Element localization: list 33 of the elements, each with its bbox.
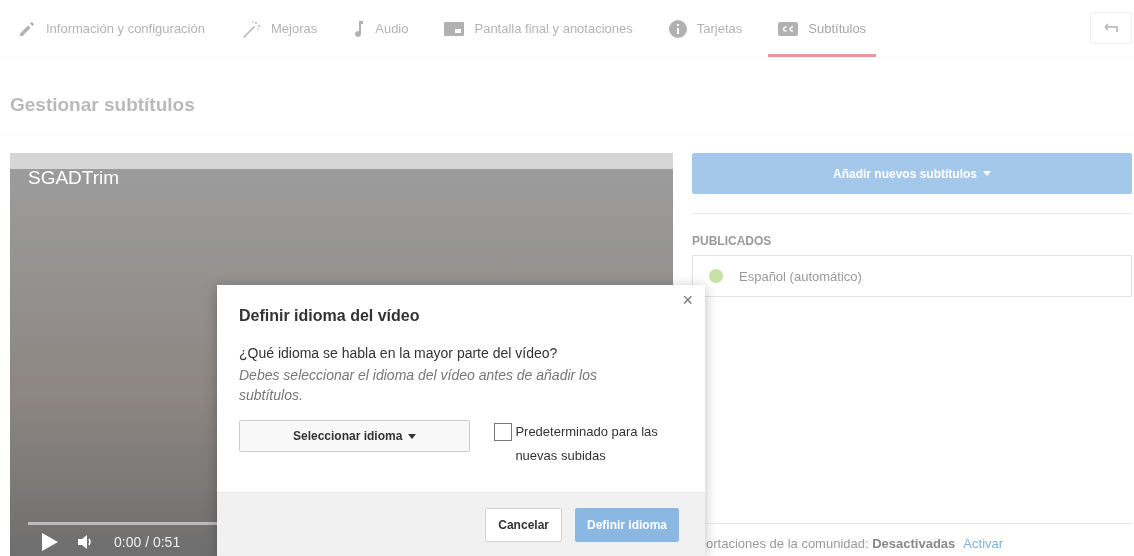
back-arrow-icon bbox=[1104, 23, 1118, 33]
checkbox[interactable] bbox=[494, 423, 513, 441]
close-button[interactable]: × bbox=[680, 291, 695, 309]
caret-icon bbox=[983, 171, 991, 176]
caret-icon bbox=[408, 433, 417, 439]
question-text: ¿Qué idioma se habla en la mayor parte del vídeo? bbox=[239, 345, 559, 361]
volume-icon[interactable] bbox=[78, 534, 94, 550]
music-note-icon bbox=[353, 19, 366, 38]
tab[interactable]: Pantalla final y anotaciones bbox=[444, 0, 633, 57]
closed-captions-icon bbox=[778, 21, 799, 36]
dialog-title: Definir idioma del vídeo bbox=[239, 307, 421, 325]
activate-link[interactable]: Activar bbox=[963, 536, 1004, 551]
video-time: 0:00 / 0:51 bbox=[114, 534, 181, 550]
pencil-icon bbox=[18, 19, 36, 38]
section-label: PUBLICADOS bbox=[692, 234, 773, 248]
screen-icon bbox=[444, 21, 465, 36]
tab[interactable]: Tarjetas bbox=[668, 0, 743, 57]
tab[interactable]: Mejoras bbox=[241, 0, 318, 57]
tab[interactable]: Información y configuración bbox=[18, 0, 205, 57]
hint-text: Debes seleccionar el idioma del vídeo antes de añadir los subtítulos. bbox=[239, 366, 598, 405]
confirm-button[interactable]: Definir idioma bbox=[575, 507, 679, 542]
checkbox-label: Predeterminado para las nuevas subidas bbox=[515, 423, 659, 465]
cancel-button[interactable]: Cancelar bbox=[485, 507, 562, 542]
subtitle-track-item[interactable]: Español (automático) bbox=[692, 255, 1132, 297]
page-heading: Gestionar subtítulos bbox=[0, 58, 1132, 135]
add-subtitles-button[interactable]: Añadir nuevos subtítulos bbox=[692, 153, 1132, 194]
video-title: SGADTrim bbox=[28, 167, 121, 189]
magic-wand-icon bbox=[241, 19, 261, 38]
language-dropdown[interactable]: Seleccionar idioma bbox=[239, 420, 471, 452]
play-icon[interactable] bbox=[42, 533, 58, 551]
info-icon bbox=[668, 19, 687, 38]
tab[interactable]: Subtítulos bbox=[768, 0, 877, 57]
tab[interactable]: Audio bbox=[353, 0, 409, 57]
